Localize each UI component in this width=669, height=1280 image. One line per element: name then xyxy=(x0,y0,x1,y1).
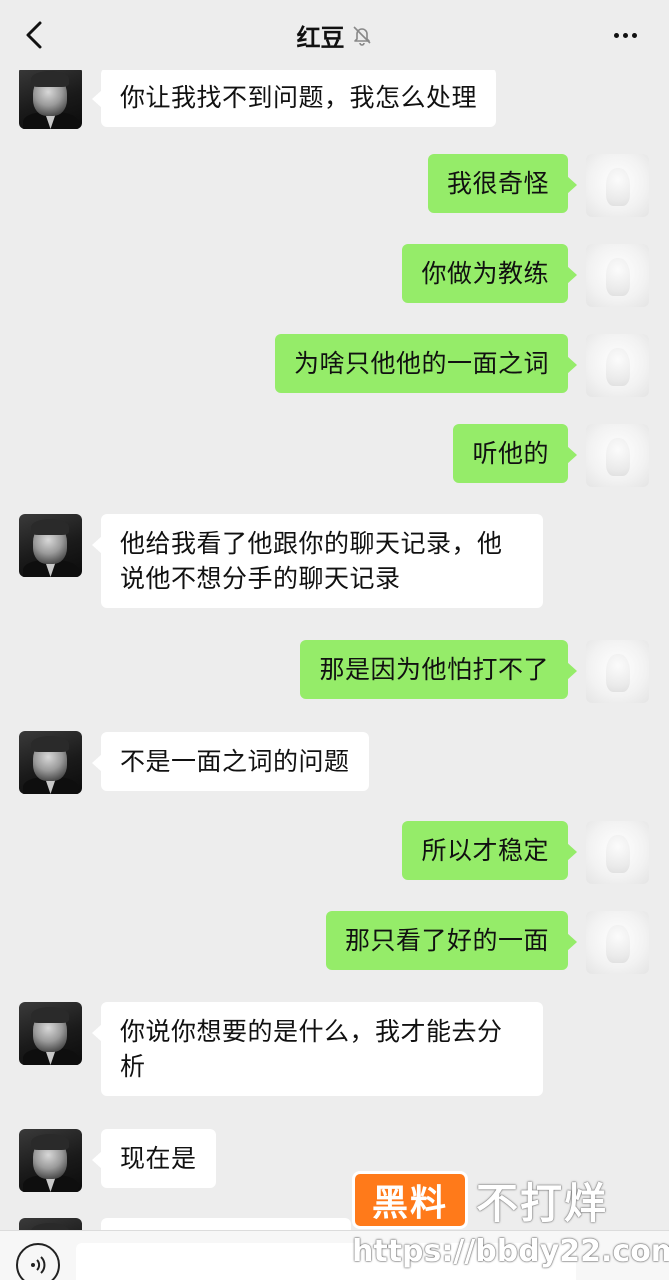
incoming-message-bubble[interactable] xyxy=(101,1218,351,1230)
contact-avatar[interactable] xyxy=(19,1129,82,1192)
outgoing-message-bubble[interactable]: 那只看了好的一面 xyxy=(325,911,578,970)
self-avatar[interactable] xyxy=(586,424,649,487)
contact-avatar[interactable] xyxy=(19,1218,82,1230)
chevron-left-icon xyxy=(26,21,42,49)
contact-avatar[interactable] xyxy=(19,731,82,794)
voice-icon xyxy=(31,1256,46,1274)
incoming-message-bubble[interactable]: 你让我找不到问题，我怎么处理 xyxy=(91,68,497,127)
watermark-text: 不打烊 xyxy=(476,1178,609,1228)
self-avatar[interactable] xyxy=(586,244,649,307)
chat-area: 你让我找不到问题，我怎么处理 我很奇怪 你做为教练 为啥只他他的一面之词 听他的… xyxy=(0,0,669,1230)
watermark-badge: 黑料 xyxy=(352,1171,468,1229)
more-dots-icon xyxy=(613,32,619,38)
outgoing-message-bubble[interactable]: 为啥只他他的一面之词 xyxy=(274,334,578,393)
contact-avatar[interactable] xyxy=(19,66,82,129)
self-avatar[interactable] xyxy=(586,640,649,703)
self-avatar[interactable] xyxy=(586,911,649,974)
contact-avatar[interactable] xyxy=(19,514,82,577)
back-button[interactable] xyxy=(20,18,48,52)
watermark: 黑料 不打烊 xyxy=(352,1170,660,1230)
title-wrap: 红豆 xyxy=(297,18,373,53)
contact-avatar[interactable] xyxy=(19,1002,82,1065)
outgoing-message-bubble[interactable]: 所以才稳定 xyxy=(402,821,577,880)
incoming-message-bubble[interactable]: 现在是 xyxy=(92,1129,216,1188)
watermark-url: https://bbdy22.com xyxy=(352,1234,669,1269)
incoming-message-bubble[interactable]: 你说你想要的是什么，我才能去分析 xyxy=(92,1002,543,1096)
chat-header: 红豆 xyxy=(0,0,669,70)
voice-button[interactable] xyxy=(16,1243,60,1280)
self-avatar[interactable] xyxy=(586,821,649,884)
outgoing-message-bubble[interactable]: 那是因为他怕打不了 xyxy=(300,640,577,699)
chat-title: 红豆 xyxy=(296,23,345,52)
incoming-message-bubble[interactable]: 不是一面之词的问题 xyxy=(92,732,369,791)
incoming-message-bubble[interactable]: 他给我看了他跟你的聊天记录，他说他不想分手的聊天记录 xyxy=(92,514,543,608)
outgoing-message-bubble[interactable]: 我很奇怪 xyxy=(427,154,578,213)
self-avatar[interactable] xyxy=(586,154,649,217)
outgoing-message-bubble[interactable]: 听他的 xyxy=(453,424,577,483)
self-avatar[interactable] xyxy=(586,334,649,397)
more-button[interactable] xyxy=(605,24,645,46)
bell-slash-icon xyxy=(351,24,373,46)
outgoing-message-bubble[interactable]: 你做为教练 xyxy=(402,244,577,303)
